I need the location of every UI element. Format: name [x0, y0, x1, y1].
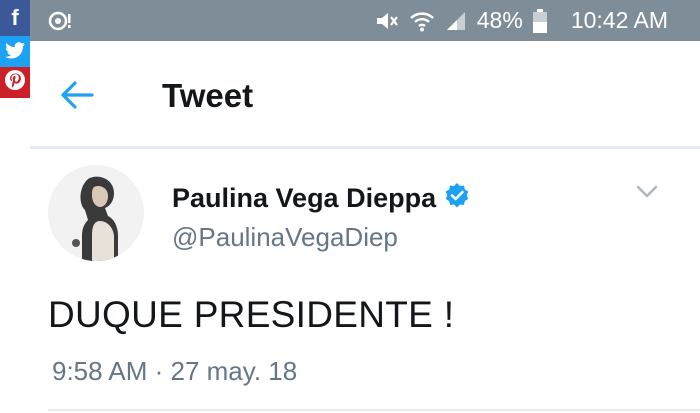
author-name-row[interactable]: Paulina Vega Dieppa	[172, 182, 470, 215]
divider	[30, 146, 700, 149]
app-header: Tweet	[0, 41, 700, 146]
facebook-share-button[interactable]: f	[0, 0, 30, 36]
notification-icon	[48, 10, 72, 37]
page-title: Tweet	[162, 77, 254, 114]
author-handle[interactable]: @PaulinaVegaDiep	[172, 222, 398, 253]
author-name: Paulina Vega Dieppa	[172, 183, 437, 213]
battery-icon	[532, 8, 547, 33]
tweet-text: DUQUE PRESIDENTE !	[48, 294, 455, 335]
avatar[interactable]	[48, 165, 144, 261]
mute-icon	[375, 10, 399, 32]
back-arrow-icon[interactable]	[60, 81, 94, 114]
signal-icon	[445, 10, 467, 32]
divider	[48, 409, 700, 411]
verified-badge-icon	[444, 182, 470, 215]
battery-level: 48%	[476, 7, 523, 33]
status-bar: 48% 10:42 AM	[0, 0, 700, 41]
clock: 10:42 AM	[570, 7, 668, 33]
tweet-timestamp: 9:58 AM · 27 may. 18	[52, 356, 298, 386]
wifi-icon	[409, 10, 435, 32]
chevron-down-icon[interactable]	[636, 185, 658, 204]
facebook-icon: f	[11, 5, 19, 30]
